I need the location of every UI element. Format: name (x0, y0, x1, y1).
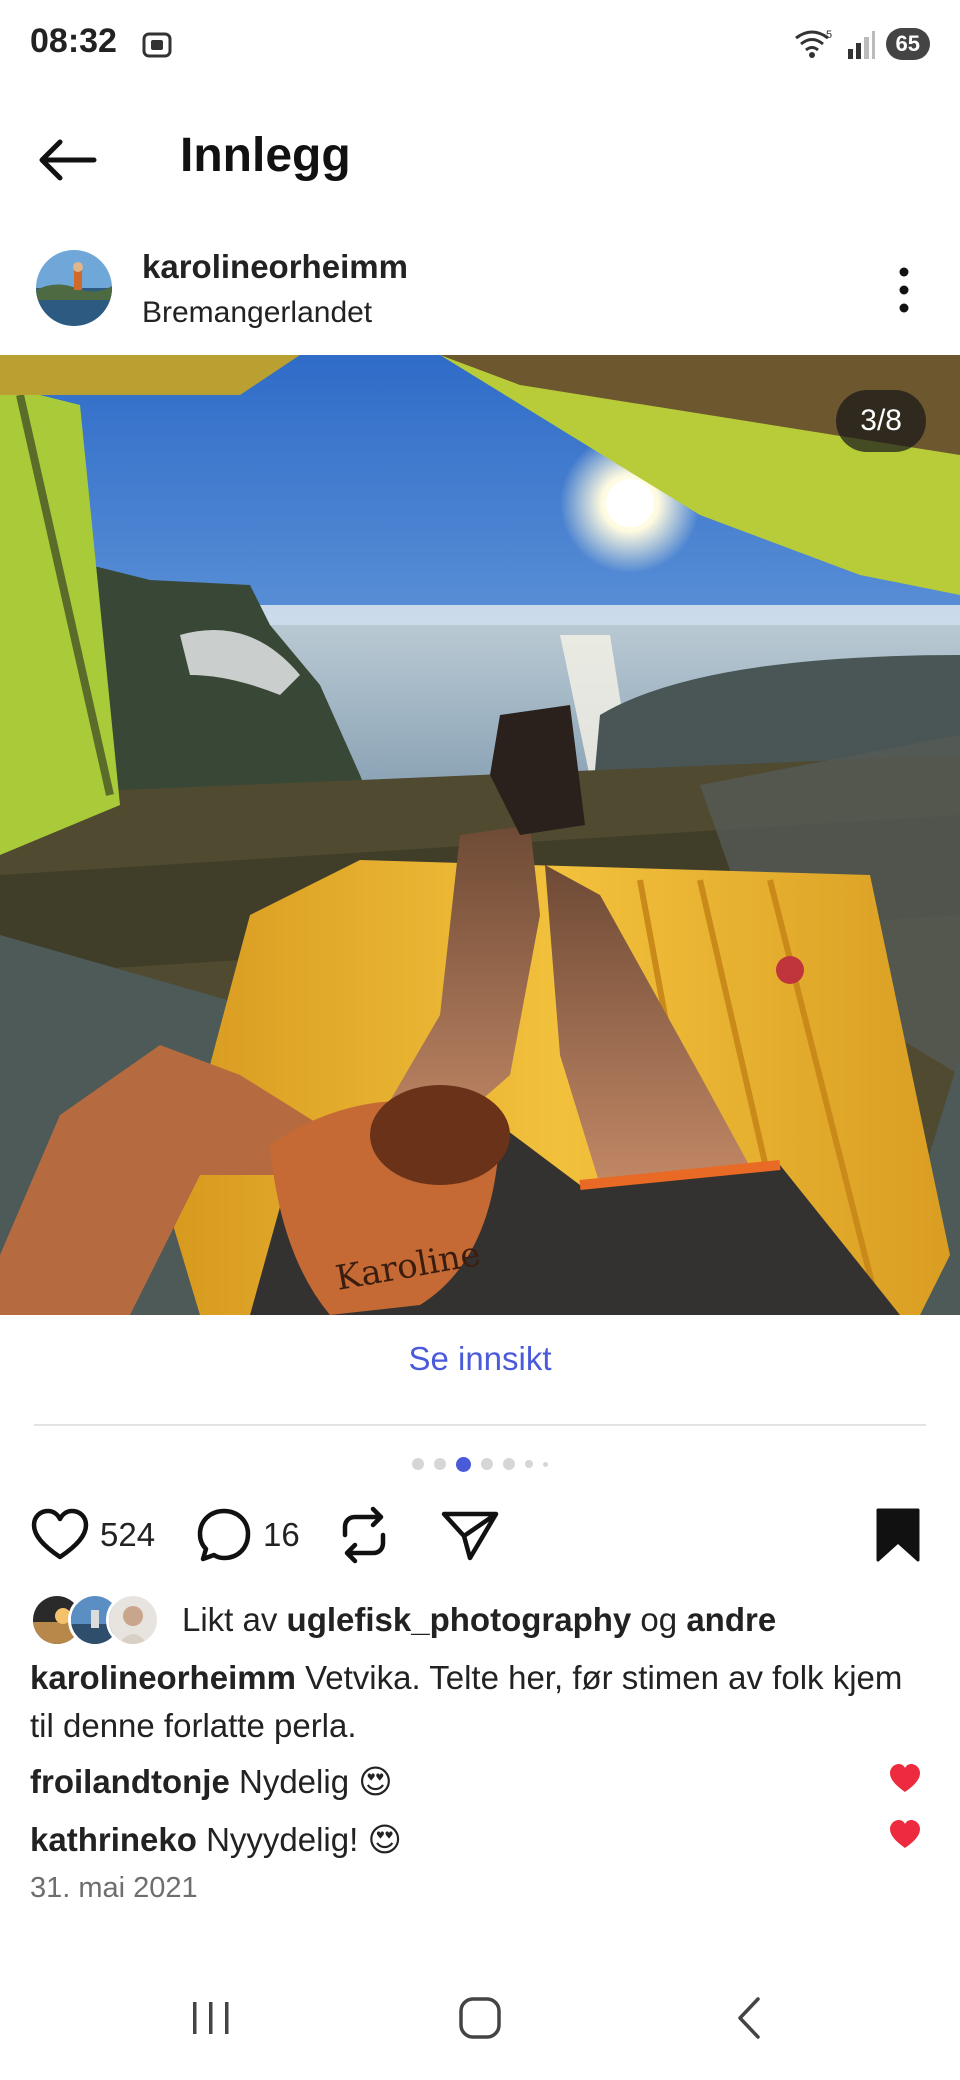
comment-username[interactable]: froilandtonje (30, 1763, 230, 1800)
liked-by-text: Likt av uglefisk_photography og andre (182, 1601, 776, 1639)
liked-by-prefix: Likt av (182, 1601, 278, 1638)
carousel-dot (525, 1460, 533, 1468)
likes-count: 524 (100, 1516, 156, 1553)
header: Innlegg (0, 100, 960, 220)
post-image[interactable]: Karoline 3/8 (0, 355, 960, 1315)
carousel-dots (0, 1454, 960, 1474)
avatar[interactable] (36, 250, 112, 326)
more-vertical-icon[interactable] (880, 260, 928, 320)
back-arrow-icon[interactable] (30, 130, 102, 190)
divider (34, 1424, 926, 1426)
comment-bubble-icon (197, 1508, 251, 1562)
repost-icon (342, 1506, 386, 1564)
post-header: karolineorheimm Bremangerlandet (0, 230, 960, 350)
comment-row: froilandtonje Nydelig 😍 (30, 1762, 890, 1801)
status-icons: 5 65 (792, 24, 930, 64)
comment-heart-icon[interactable] (888, 1818, 922, 1852)
liked-by-others[interactable]: andre (686, 1601, 776, 1638)
comments-count: 16 (263, 1516, 300, 1553)
battery-badge: 65 (885, 28, 930, 60)
back-nav-button[interactable] (714, 1988, 784, 2048)
post-photo: Karoline (0, 355, 960, 1315)
comment-text: Nyyydelig! 😍 (206, 1821, 402, 1858)
share-button[interactable] (440, 1500, 500, 1570)
post-location[interactable]: Bremangerlandet (142, 296, 372, 330)
home-button[interactable] (445, 1988, 515, 2048)
repost-button[interactable] (335, 1500, 393, 1570)
post-caption: karolineorheimm Vetvika. Telte her, før … (30, 1654, 910, 1750)
post-actions: 524 16 (0, 1500, 960, 1580)
image-counter-badge: 3/8 (836, 390, 926, 452)
heart-icon (31, 1508, 89, 1560)
liked-by-row[interactable]: Likt av uglefisk_photography og andre (30, 1592, 776, 1648)
caption-username[interactable]: karolineorheimm (30, 1659, 296, 1696)
comment-row: kathrineko Nyyydelig! 😍 (30, 1820, 890, 1859)
wifi-label: 5 (826, 29, 832, 41)
comment-heart-icon[interactable] (888, 1762, 922, 1796)
carousel-dot (434, 1458, 446, 1470)
system-nav-bar (0, 1960, 960, 2080)
carousel-dot (481, 1458, 493, 1470)
post-date: 31. mai 2021 (30, 1872, 198, 1904)
carousel-dot (543, 1461, 548, 1467)
liked-by-connector: og (640, 1601, 678, 1638)
send-icon (441, 1511, 499, 1561)
bookmark-filled-icon (876, 1508, 920, 1562)
liked-by-user[interactable]: uglefisk_photography (287, 1601, 632, 1638)
carousel-dot (503, 1458, 515, 1470)
signal-icon (847, 31, 875, 59)
chevron-left-icon (738, 1997, 760, 2039)
screenshot-icon (142, 32, 172, 58)
recents-button[interactable] (176, 1988, 246, 2048)
recents-icon (193, 2002, 229, 2034)
wifi-icon: 5 (794, 29, 832, 58)
home-icon (459, 1997, 501, 2039)
comment-text: Nydelig 😍 (239, 1763, 393, 1800)
status-bar: 08:32 5 65 (0, 0, 960, 90)
save-button[interactable] (874, 1500, 922, 1570)
status-time: 08:32 (30, 22, 117, 60)
like-button[interactable]: 524 (30, 1500, 155, 1570)
carousel-dot-active (456, 1456, 471, 1472)
liker-avatar (106, 1593, 160, 1647)
insights-link[interactable]: Se innsikt (0, 1340, 960, 1378)
carousel-dot (412, 1458, 424, 1470)
post-username[interactable]: karolineorheimm (142, 248, 408, 286)
comment-username[interactable]: kathrineko (30, 1821, 197, 1858)
page-title: Innlegg (180, 129, 351, 182)
comment-button[interactable]: 16 (195, 1500, 300, 1570)
